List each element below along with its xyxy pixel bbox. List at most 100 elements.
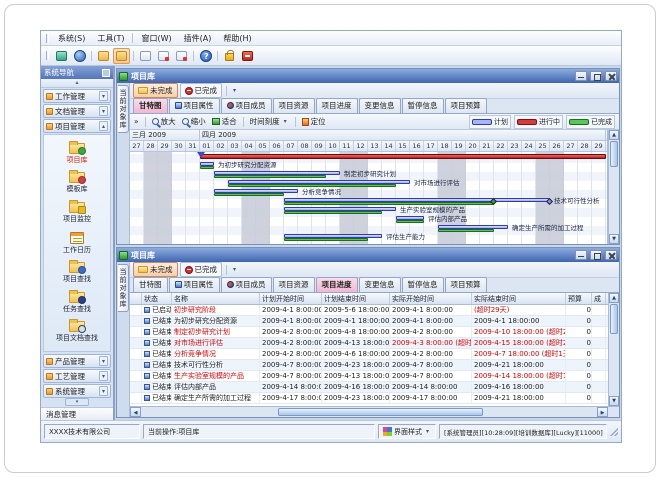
- chevron-down-icon[interactable]: ▾: [231, 87, 238, 94]
- locate-button[interactable]: 定位: [300, 116, 328, 127]
- sidebar-item-工作日历[interactable]: 工作日历: [63, 232, 91, 255]
- zoom-fit-button[interactable]: 适合: [210, 116, 239, 127]
- column-header-预算[interactable]: 预算: [566, 293, 592, 304]
- scroll-right-button[interactable]: ▶: [597, 407, 608, 417]
- current-object-vertical-tab[interactable]: 当前对象库: [118, 85, 129, 133]
- chevron-down-icon[interactable]: ▾: [99, 356, 108, 366]
- ui-style-button[interactable]: 界面样式 ▾: [378, 424, 436, 439]
- tab-项目预算[interactable]: 项目预算: [445, 277, 487, 292]
- sidebar-item-模板库[interactable]: 模板库: [67, 172, 88, 194]
- chevron-up-icon[interactable]: ▴: [99, 121, 108, 131]
- tab-甘特图[interactable]: 甘特图: [133, 277, 168, 292]
- table-row[interactable]: 已结束生产实验室规模的产品2009-4-7 8:00:002009-4-13 1…: [130, 371, 608, 382]
- active-folder-button[interactable]: [113, 48, 130, 64]
- open-folder-button[interactable]: [95, 48, 112, 64]
- column-header-计划结束时间[interactable]: 计划结束时间: [322, 293, 390, 304]
- chevron-down-icon[interactable]: ▾: [99, 106, 108, 116]
- folder-tab-未完成[interactable]: 未完成: [133, 262, 178, 277]
- chevron-down-icon[interactable]: ▾: [231, 266, 238, 273]
- tab-项目进度[interactable]: 项目进度: [316, 98, 358, 113]
- table-row[interactable]: 已启动初步研究阶段2009-4-1 8:00:002009-5-6 18:00:…: [130, 305, 608, 316]
- menubar-grip[interactable]: [46, 34, 49, 43]
- sidebar-item-项目文档查找[interactable]: 项目文档查找: [56, 321, 98, 343]
- sidebar-item-项目查找[interactable]: 项目查找: [63, 262, 91, 284]
- sidebar-group-产品管理[interactable]: 产品管理▾: [43, 354, 111, 368]
- sidebar-group-项目管理[interactable]: 项目管理▴: [43, 119, 111, 133]
- restore-button[interactable]: [590, 71, 602, 81]
- chevron-down-icon[interactable]: ▾: [99, 371, 108, 381]
- column-header-名称[interactable]: 名称: [172, 293, 260, 304]
- chevron-down-icon[interactable]: ▾: [99, 386, 108, 396]
- tab-变更信息[interactable]: 变更信息: [359, 98, 401, 113]
- lock-button[interactable]: [221, 48, 238, 64]
- report-button[interactable]: [173, 48, 190, 64]
- calendar-note-button[interactable]: [155, 48, 172, 64]
- time-scale-dropdown[interactable]: 时间刻度▾: [248, 116, 291, 127]
- sidebar-item-任务查找[interactable]: 任务查找: [63, 292, 91, 314]
- table-horizontal-scrollbar[interactable]: ◀ ▶: [130, 406, 619, 417]
- menu-item[interactable]: 系统(S): [52, 33, 91, 44]
- menu-item[interactable]: 工具(T): [91, 33, 130, 44]
- sidebar-group-工作管理[interactable]: 工作管理▾: [43, 89, 111, 103]
- table-row[interactable]: 已结束为初步研究分配资源2009-4-1 8:00:002009-4-1 18:…: [130, 316, 608, 327]
- toolbar-grip[interactable]: [46, 51, 49, 60]
- gantt-progress-bar[interactable]: [284, 202, 494, 205]
- gantt-progress-bar[interactable]: [438, 229, 494, 232]
- table-vertical-scrollbar[interactable]: ▲ ▼: [608, 293, 619, 406]
- scrollbar-thumb[interactable]: [278, 408, 483, 416]
- gantt-body[interactable]: 为初步研究分配资源制定初步研究计划对市场进行评估分析竞争情况技术可行性分析生产实…: [130, 152, 607, 244]
- sidebar-item-项目监控[interactable]: 项目监控: [63, 202, 91, 224]
- table-row[interactable]: 已结束制定初步研究计划2009-4-2 8:00:002009-4-8 18:0…: [130, 327, 608, 338]
- tab-甘特图[interactable]: 甘特图: [133, 98, 168, 113]
- chevron-down-icon[interactable]: ▾: [99, 91, 108, 101]
- folder-tab-已完成[interactable]: 已完成: [180, 262, 223, 277]
- tab-暂停信息[interactable]: 暂停信息: [402, 98, 444, 113]
- globe-button[interactable]: [71, 48, 88, 64]
- column-header-成[interactable]: 成: [592, 293, 606, 304]
- menu-item[interactable]: 帮助(H): [217, 33, 257, 44]
- gantt-progress-bar[interactable]: [284, 211, 382, 214]
- table-row[interactable]: 已结束分析竞争情况2009-4-2 8:00:002009-4-6 18:00:…: [130, 349, 608, 360]
- tab-暂停信息[interactable]: 暂停信息: [402, 277, 444, 292]
- gantt-progress-bar[interactable]: [200, 166, 214, 169]
- table-row[interactable]: 已结束评估内部产品2009-4-14 8:00:002009-4-16 18:0…: [130, 382, 608, 393]
- help-button[interactable]: [197, 48, 214, 64]
- column-header-实际结束时间[interactable]: 实际结束时间: [472, 293, 566, 304]
- folder-tab-未完成[interactable]: 未完成: [133, 83, 178, 98]
- scroll-down-button[interactable]: ▼: [609, 396, 619, 406]
- current-object-vertical-tab[interactable]: 当前对象库: [118, 264, 129, 312]
- gantt-progress-bar[interactable]: [214, 193, 284, 196]
- tab-项目属性[interactable]: 项目属性: [169, 98, 220, 113]
- gantt-vertical-scrollbar[interactable]: ▲ ▼: [608, 130, 619, 244]
- tab-项目进度[interactable]: 项目进度: [316, 277, 358, 292]
- resize-grip[interactable]: [610, 428, 618, 436]
- sidebar-overflow-button[interactable]: ▾: [65, 398, 89, 406]
- column-header-计划开始时间[interactable]: 计划开始时间: [260, 293, 322, 304]
- scroll-left-button[interactable]: ◀: [130, 407, 141, 417]
- workspace-button[interactable]: [53, 48, 70, 64]
- scroll-up-button[interactable]: ▲: [609, 293, 619, 303]
- table-row[interactable]: 已结束技术可行性分析2009-4-7 8:00:002009-4-23 18:0…: [130, 360, 608, 371]
- sidebar-group-文档管理[interactable]: 文档管理▾: [43, 104, 111, 118]
- folder-tab-已完成[interactable]: 已完成: [180, 83, 223, 98]
- sidebar-collapse-button[interactable]: ▴: [41, 79, 113, 88]
- close-button[interactable]: [605, 71, 617, 81]
- tab-变更信息[interactable]: 变更信息: [359, 277, 401, 292]
- tab-项目资源[interactable]: 项目资源: [273, 277, 315, 292]
- message-management-tab[interactable]: 消息管理: [41, 407, 113, 420]
- more-tools-button[interactable]: »: [132, 117, 141, 126]
- exit-button[interactable]: [239, 48, 256, 64]
- zoom-out-button[interactable]: 缩小: [180, 116, 208, 127]
- minimize-button[interactable]: [575, 250, 587, 260]
- column-header-实际开始时间[interactable]: 实际开始时间: [390, 293, 472, 304]
- gantt-progress-bar[interactable]: [284, 238, 368, 241]
- close-button[interactable]: [605, 250, 617, 260]
- table-row[interactable]: 已结束确定生产所需的加工过程2009-4-17 8:00:002009-4-23…: [130, 393, 608, 404]
- scroll-up-button[interactable]: ▲: [609, 130, 619, 140]
- column-header-状态[interactable]: 状态: [142, 293, 172, 304]
- menu-item[interactable]: 插件(A): [178, 33, 218, 44]
- gantt-progress-bar[interactable]: [214, 175, 326, 178]
- restore-button[interactable]: [590, 250, 602, 260]
- tab-项目属性[interactable]: 项目属性: [169, 277, 220, 292]
- table-row[interactable]: 已结束对市场进行评估2009-4-2 8:00:002009-4-13 18:0…: [130, 338, 608, 349]
